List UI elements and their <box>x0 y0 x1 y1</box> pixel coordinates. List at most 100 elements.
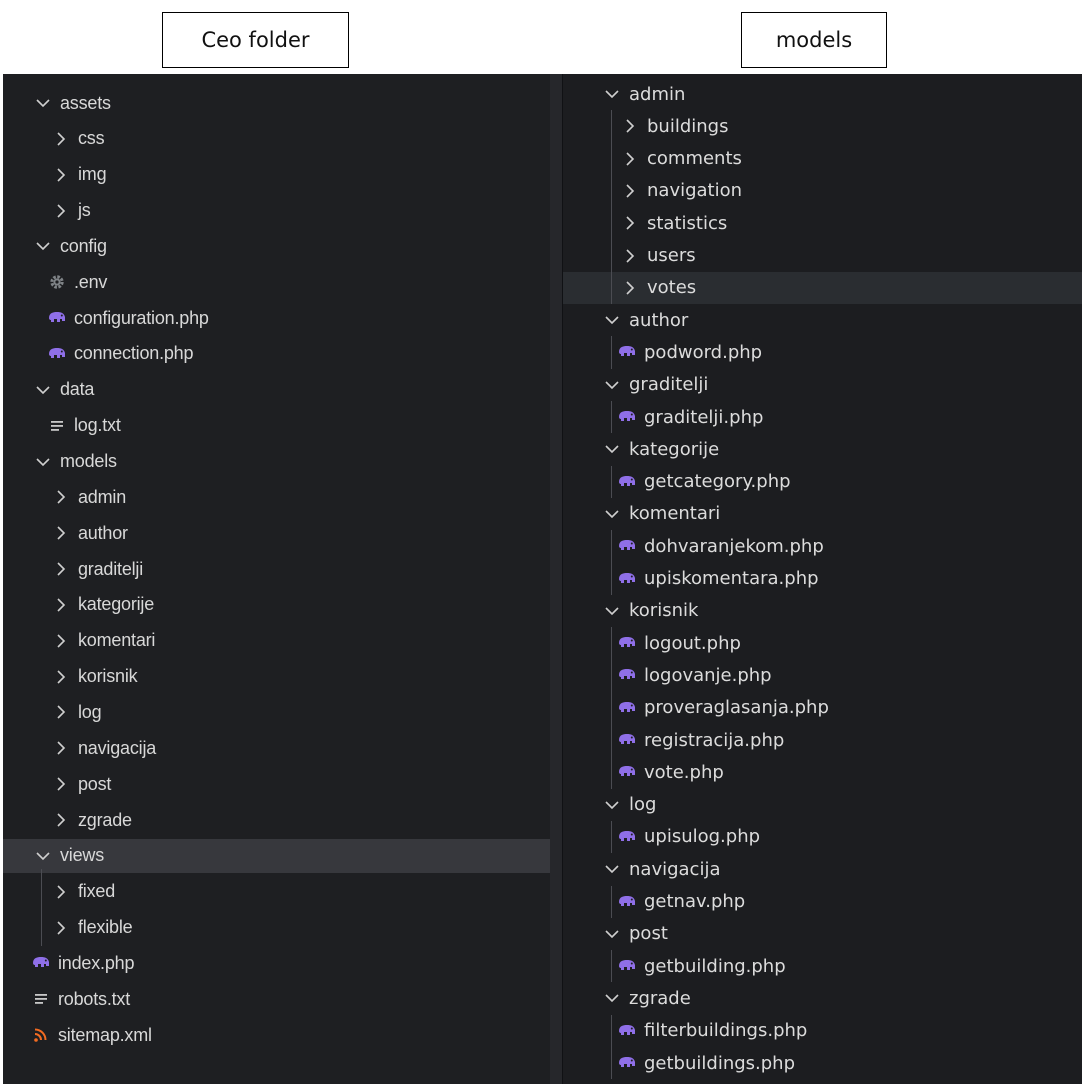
tree-folder-item[interactable]: kategorije <box>3 588 562 622</box>
tree-folder-item[interactable]: log <box>563 789 1082 821</box>
tree-item-label: logout.php <box>644 632 741 654</box>
tree-file-item[interactable]: connection.php <box>3 337 562 371</box>
tree-file-item[interactable]: getnav.php <box>563 886 1082 918</box>
tree-folder-item[interactable]: post <box>3 767 562 801</box>
chevron-right-icon <box>52 130 70 148</box>
tree-folder-item[interactable]: users <box>563 240 1082 272</box>
php-file-icon <box>617 408 637 426</box>
chevron-down-icon <box>603 602 621 620</box>
tree-file-item[interactable]: upisulog.php <box>563 821 1082 853</box>
tree-file-item[interactable]: dohvaranjekom.php <box>563 530 1082 562</box>
indent-guide <box>41 868 42 947</box>
tree-file-item[interactable]: configuration.php <box>3 301 562 335</box>
tree-file-item[interactable]: getbuilding.php <box>563 950 1082 982</box>
php-file-icon <box>617 1022 637 1040</box>
text-file-icon <box>47 417 67 435</box>
tree-folder-item[interactable]: graditelji <box>563 369 1082 401</box>
tree-folder-item[interactable]: models <box>3 445 562 479</box>
tree-file-item[interactable]: robots.txt <box>3 982 562 1016</box>
tree-folder-item[interactable]: img <box>3 158 562 192</box>
indent-guide <box>611 820 612 854</box>
tree-item-label: author <box>629 309 689 331</box>
tree-folder-item[interactable]: css <box>3 122 562 156</box>
tree-folder-item[interactable]: graditelji <box>3 552 562 586</box>
tree-file-item[interactable]: upiskomentara.php <box>563 563 1082 595</box>
chevron-right-icon <box>52 596 70 614</box>
chevron-down-icon <box>603 989 621 1007</box>
php-file-icon <box>617 343 637 361</box>
tree-file-item[interactable]: getbuildings.php <box>563 1047 1082 1079</box>
tree-folder-item[interactable]: votes <box>563 271 1082 304</box>
tree-folder-item[interactable]: navigacija <box>3 731 562 765</box>
chevron-right-icon <box>52 739 70 757</box>
tree-folder-item[interactable]: post <box>563 918 1082 950</box>
tree-folder-item[interactable]: admin <box>563 78 1082 110</box>
tree-file-item[interactable]: sitemap.xml <box>3 1018 562 1052</box>
text-file-icon <box>31 990 51 1008</box>
php-file-icon <box>617 957 637 975</box>
tree-file-item[interactable]: logovanje.php <box>563 659 1082 691</box>
chevron-right-icon <box>52 703 70 721</box>
rss-icon <box>31 1026 51 1044</box>
tree-file-item[interactable]: logout.php <box>563 627 1082 659</box>
chevron-right-icon <box>52 775 70 793</box>
tree-folder-item[interactable]: comments <box>563 143 1082 175</box>
tree-folder-item[interactable]: flexible <box>3 911 562 945</box>
tree-item-label: author <box>78 522 128 543</box>
tree-item-label: buildings <box>647 115 729 137</box>
tree-item-label: admin <box>629 83 686 105</box>
tree-folder-item[interactable]: js <box>3 194 562 228</box>
tree-item-label: statistics <box>647 212 728 234</box>
tree-folder-item[interactable]: assets <box>3 86 562 120</box>
tree-folder-item[interactable]: zgrade <box>563 982 1082 1014</box>
tree-file-item[interactable]: filterbuildings.php <box>563 1015 1082 1047</box>
php-file-icon <box>617 763 637 781</box>
tree-item-label: podword.php <box>644 341 763 363</box>
chevron-right-icon <box>52 560 70 578</box>
chevron-right-icon <box>621 214 639 232</box>
tree-folder-item[interactable]: views <box>3 838 550 873</box>
tree-folder-item[interactable]: komentari <box>563 498 1082 530</box>
tree-file-item[interactable]: graditelji.php <box>563 401 1082 433</box>
tree-item-label: .env <box>74 271 108 292</box>
tree-item-label: navigacija <box>78 737 157 758</box>
tree-folder-item[interactable]: navigation <box>563 175 1082 207</box>
tree-folder-item[interactable]: author <box>3 516 562 550</box>
tree-item-label: graditelji.php <box>644 406 764 428</box>
tree-file-item[interactable]: podword.php <box>563 336 1082 368</box>
tree-item-label: log.txt <box>74 415 121 436</box>
chevron-right-icon <box>621 247 639 265</box>
tree-folder-item[interactable]: fixed <box>3 875 562 909</box>
indent-guide <box>611 465 612 498</box>
tree-folder-item[interactable]: admin <box>3 480 562 514</box>
tree-file-item[interactable]: index.php <box>3 946 562 980</box>
explorer-models-panel: admin buildings comments navigation statisti… <box>562 74 1082 1084</box>
tree-folder-item[interactable]: kategorije <box>563 433 1082 465</box>
php-file-icon <box>617 570 637 588</box>
tree-item-label: registracija.php <box>644 729 785 751</box>
tree-folder-item[interactable]: zgrade <box>3 803 562 837</box>
chevron-right-icon <box>621 150 639 168</box>
tree-folder-item[interactable]: korisnik <box>563 595 1082 627</box>
tree-folder-item[interactable]: author <box>563 304 1082 336</box>
chevron-down-icon <box>603 440 621 458</box>
tree-folder-item[interactable]: data <box>3 373 562 407</box>
tree-folder-item[interactable]: korisnik <box>3 660 562 694</box>
tree-item-label: img <box>78 164 107 185</box>
tree-file-item[interactable]: log.txt <box>3 409 562 443</box>
tree-folder-item[interactable]: config <box>3 229 562 263</box>
tree-file-item[interactable]: .env <box>3 265 562 299</box>
tree-folder-item[interactable]: buildings <box>563 110 1082 142</box>
tree-file-item[interactable]: proveraglasanja.php <box>563 692 1082 724</box>
tree-file-item[interactable]: registracija.php <box>563 724 1082 756</box>
tree-folder-item[interactable]: statistics <box>563 207 1082 239</box>
indent-guide <box>611 1014 612 1080</box>
chevron-down-icon <box>34 94 52 112</box>
tree-item-label: komentari <box>629 503 721 525</box>
tree-folder-item[interactable]: log <box>3 695 562 729</box>
tree-folder-item[interactable]: navigacija <box>563 853 1082 885</box>
tree-folder-item[interactable]: komentari <box>3 624 562 658</box>
tree-file-item[interactable]: getcategory.php <box>563 466 1082 498</box>
tree-file-item[interactable]: vote.php <box>563 756 1082 788</box>
tree-item-label: data <box>60 379 95 400</box>
